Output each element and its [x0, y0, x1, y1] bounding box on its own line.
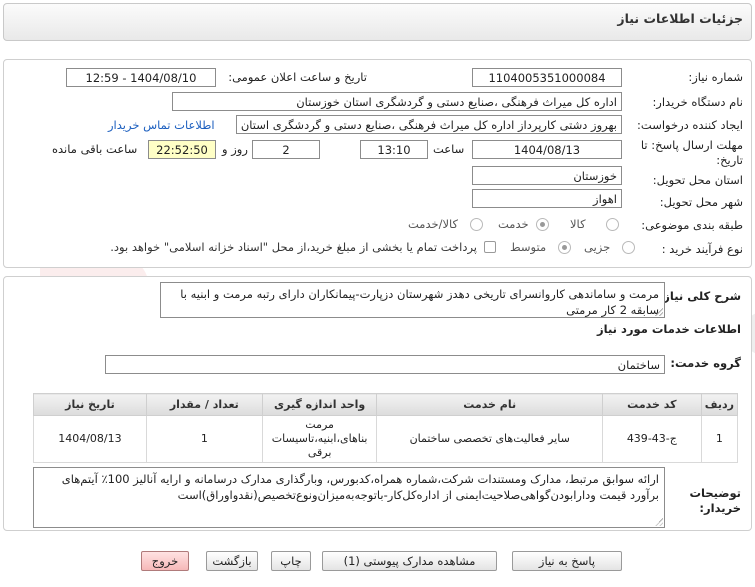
process-medium-radio[interactable]	[558, 241, 571, 254]
province-label: استان محل تحویل:	[652, 173, 743, 187]
buyer-notes-textarea: ارائه سوابق مرتبط، مدارک ومستندات شرکت،ش…	[33, 467, 665, 528]
buyer-org-label: نام دستگاه خریدار:	[652, 95, 743, 109]
process-medium-label: متوسط	[510, 240, 547, 254]
exit-button[interactable]: خروج	[141, 551, 189, 571]
province-field: خوزستان	[472, 166, 622, 185]
deadline-date-field: 1404/08/13	[472, 140, 622, 159]
city-field: اهواز	[472, 189, 622, 208]
print-button[interactable]: چاپ	[271, 551, 311, 571]
process-minor-radio[interactable]	[622, 241, 635, 254]
category-goods-service-label: کالا/خدمت	[408, 217, 459, 231]
announce-date-label: تاریخ و ساعت اعلان عمومی:	[228, 70, 367, 84]
buyer-notes-label-2: خریدار:	[699, 501, 741, 515]
category-goods-label: کالا	[570, 217, 586, 231]
page-title: جزئیات اطلاعات نیاز	[617, 11, 743, 26]
cell-date: 1404/08/13	[33, 415, 147, 463]
reply-to-need-button[interactable]: پاسخ به نیاز	[512, 551, 622, 571]
remaining-time-label: ساعت باقی مانده	[52, 142, 138, 156]
view-attachments-button[interactable]: مشاهده مدارک پیوستی (1)	[322, 551, 497, 571]
col-qty: تعداد / مقدار	[145, 393, 263, 416]
col-date: تاریخ نیاز	[33, 393, 147, 416]
process-minor-label: جزیی	[584, 240, 611, 254]
summary-resize-handle[interactable]	[655, 308, 663, 316]
services-table: ردیف کد خدمت نام خدمت واحد اندازه گیری ت…	[33, 393, 739, 463]
deadline-date-label: تاریخ:	[716, 153, 743, 167]
announce-date-field: 1404/08/10 - 12:59	[66, 68, 216, 87]
treasury-payment-note: پرداخت تمام یا بخشی از مبلغ خرید،از محل …	[110, 240, 477, 254]
need-number-label: شماره نیاز:	[688, 70, 743, 84]
cell-row: 1	[700, 415, 739, 463]
summary-textarea: مرمت و ساماندهی کاروانسرای تاریخی دهدز ش…	[160, 282, 665, 318]
city-label: شهر محل تحویل:	[659, 195, 743, 209]
cell-qty: 1	[145, 415, 263, 463]
days-remaining-field: 2	[252, 140, 320, 159]
buyer-contact-link[interactable]: اطلاعات تماس خریدار	[108, 118, 215, 132]
category-goods-radio[interactable]	[606, 218, 619, 231]
service-group-label: گروه خدمت:	[670, 356, 741, 370]
days-label: روز و	[222, 142, 248, 156]
col-row: ردیف	[700, 393, 739, 416]
deadline-label: مهلت ارسال پاسخ: تا	[640, 138, 743, 152]
cell-unit: مرمت بناهای،ابنیه،تاسیسات برقی	[261, 415, 378, 463]
buyer-notes-label-1: توضیحات	[689, 486, 742, 500]
col-code: کد خدمت	[601, 393, 702, 416]
process-type-label: نوع فرآیند خرید :	[661, 242, 743, 256]
category-service-radio[interactable]	[536, 218, 549, 231]
buyer-notes-resize-handle[interactable]	[655, 518, 663, 526]
remaining-time-field: 22:52:50	[148, 140, 216, 159]
col-name: نام خدمت	[376, 393, 603, 416]
deadline-time-field: 13:10	[360, 140, 428, 159]
need-info-panel	[3, 59, 752, 268]
buyer-org-field: اداره کل میراث فرهنگی ،صنایع دستی و گردش…	[172, 92, 622, 111]
cell-name: سایر فعالیت‌های تخصصی ساختمان	[376, 415, 603, 463]
category-label: طبقه بندی موضوعی:	[641, 218, 743, 232]
col-unit: واحد اندازه گیری	[261, 393, 378, 416]
treasury-payment-checkbox[interactable]	[484, 241, 496, 253]
back-button[interactable]: بازگشت	[206, 551, 258, 571]
requester-label: ایجاد کننده درخواست:	[637, 118, 743, 132]
services-table-header: ردیف کد خدمت نام خدمت واحد اندازه گیری ت…	[33, 393, 739, 416]
service-group-field: ساختمان	[105, 355, 665, 374]
deadline-time-label: ساعت	[433, 142, 465, 156]
table-row: 1 ج-43-439 سایر فعالیت‌های تخصصی ساختمان…	[33, 415, 739, 463]
cell-code: ج-43-439	[601, 415, 702, 463]
category-goods-service-radio[interactable]	[470, 218, 483, 231]
need-number-field: 1104005351000084	[472, 68, 622, 87]
services-section-title: اطلاعات خدمات مورد نیاز	[597, 322, 741, 336]
requester-field: بهروز دشتی کارپرداز اداره کل میراث فرهنگ…	[236, 115, 622, 134]
category-service-label: خدمت	[498, 217, 529, 231]
summary-label: شرح کلی نیاز:	[658, 289, 741, 303]
